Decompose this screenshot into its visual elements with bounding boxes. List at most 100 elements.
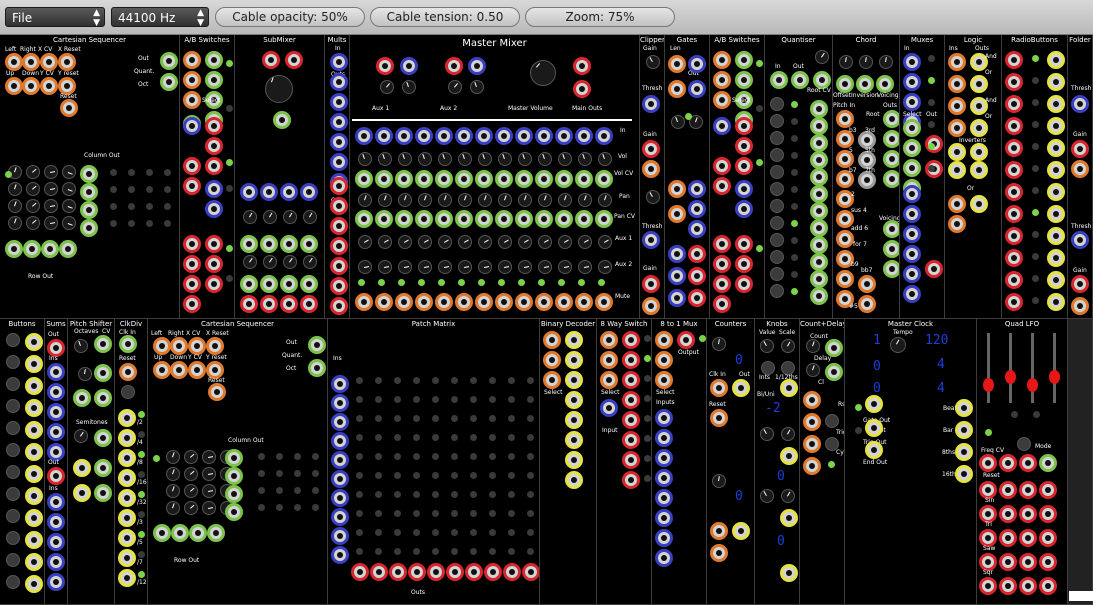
green-jack[interactable] bbox=[475, 170, 493, 188]
red-jack[interactable] bbox=[1019, 454, 1037, 472]
yellow-jack[interactable] bbox=[865, 395, 883, 413]
knob[interactable] bbox=[458, 235, 472, 249]
knob[interactable] bbox=[518, 235, 532, 249]
red-jack[interactable] bbox=[735, 157, 753, 175]
red-jack[interactable] bbox=[522, 563, 539, 581]
orange-jack[interactable] bbox=[803, 413, 821, 431]
knob[interactable] bbox=[418, 152, 432, 166]
blue-jack[interactable] bbox=[903, 205, 921, 223]
green-jack[interactable] bbox=[225, 503, 243, 521]
red-jack[interactable] bbox=[446, 563, 464, 581]
blue-jack[interactable] bbox=[331, 470, 349, 488]
blue-jack[interactable] bbox=[47, 383, 65, 401]
blue-jack[interactable] bbox=[330, 53, 348, 71]
knob[interactable] bbox=[478, 235, 492, 249]
orange-jack[interactable] bbox=[642, 160, 660, 178]
red-jack[interactable] bbox=[999, 454, 1017, 472]
yellow-jack[interactable] bbox=[948, 161, 966, 179]
red-jack[interactable] bbox=[205, 117, 223, 135]
red-jack[interactable] bbox=[622, 471, 640, 489]
knob[interactable] bbox=[380, 80, 394, 94]
knob[interactable] bbox=[44, 182, 58, 196]
yellow-jack[interactable] bbox=[1047, 73, 1065, 91]
knob[interactable] bbox=[8, 182, 22, 196]
red-jack[interactable] bbox=[1019, 577, 1037, 595]
knob[interactable] bbox=[44, 165, 58, 179]
blue-jack[interactable] bbox=[47, 493, 65, 511]
knob[interactable] bbox=[398, 152, 412, 166]
yellow-jack[interactable] bbox=[565, 331, 583, 349]
red-jack[interactable] bbox=[713, 275, 731, 293]
knob[interactable] bbox=[418, 235, 432, 249]
orange-jack[interactable] bbox=[710, 379, 728, 397]
blue-jack[interactable] bbox=[331, 527, 349, 545]
red-jack[interactable] bbox=[280, 295, 298, 313]
green-jack[interactable] bbox=[94, 429, 112, 447]
red-jack[interactable] bbox=[713, 157, 731, 175]
red-jack[interactable] bbox=[260, 295, 278, 313]
push-button[interactable] bbox=[770, 233, 784, 247]
red-jack[interactable] bbox=[573, 80, 591, 98]
knob[interactable] bbox=[760, 427, 774, 441]
orange-jack[interactable] bbox=[495, 293, 513, 311]
green-jack[interactable] bbox=[171, 524, 189, 542]
orange-jack[interactable] bbox=[395, 293, 413, 311]
orange-jack[interactable] bbox=[655, 371, 673, 389]
push-button[interactable] bbox=[6, 399, 20, 413]
red-jack[interactable] bbox=[622, 371, 640, 389]
red-jack[interactable] bbox=[735, 235, 753, 253]
green-jack[interactable] bbox=[883, 110, 899, 128]
yellow-jack[interactable] bbox=[955, 443, 973, 461]
red-jack[interactable] bbox=[285, 51, 303, 69]
orange-jack[interactable] bbox=[948, 119, 966, 137]
blue-jack[interactable] bbox=[688, 55, 706, 73]
blue-jack[interactable] bbox=[331, 394, 349, 412]
knob[interactable] bbox=[166, 450, 180, 464]
orange-jack[interactable] bbox=[188, 337, 206, 355]
orange-jack[interactable] bbox=[713, 71, 731, 89]
yellow-jack[interactable] bbox=[780, 447, 798, 465]
red-jack[interactable] bbox=[1005, 293, 1023, 311]
red-jack[interactable] bbox=[376, 57, 394, 75]
orange-jack[interactable] bbox=[188, 361, 206, 379]
green-jack[interactable] bbox=[883, 220, 899, 238]
yellow-jack[interactable] bbox=[865, 419, 883, 437]
blue-jack[interactable] bbox=[668, 267, 686, 285]
green-jack[interactable] bbox=[355, 210, 373, 228]
orange-jack[interactable] bbox=[170, 337, 188, 355]
red-jack[interactable] bbox=[735, 255, 753, 273]
blue-jack[interactable] bbox=[688, 80, 706, 98]
knob[interactable] bbox=[283, 210, 297, 224]
knob[interactable] bbox=[184, 450, 198, 464]
blue-jack[interactable] bbox=[1071, 95, 1089, 113]
green-jack[interactable] bbox=[415, 170, 433, 188]
blue-jack[interactable] bbox=[330, 73, 348, 91]
knob[interactable] bbox=[598, 193, 612, 207]
blue-jack[interactable] bbox=[355, 127, 373, 145]
knob[interactable] bbox=[166, 501, 180, 515]
red-jack[interactable] bbox=[1039, 577, 1057, 595]
push-button[interactable] bbox=[825, 414, 839, 428]
orange-jack[interactable] bbox=[60, 99, 78, 117]
red-jack[interactable] bbox=[677, 331, 695, 349]
zoom-slider[interactable]: Zoom: 75% bbox=[525, 7, 675, 27]
orange-jack[interactable] bbox=[836, 270, 854, 288]
knob[interactable] bbox=[538, 260, 552, 274]
knob[interactable] bbox=[781, 339, 795, 353]
slider-track[interactable] bbox=[1053, 333, 1056, 403]
green-jack[interactable] bbox=[810, 219, 828, 237]
green-jack[interactable] bbox=[575, 210, 593, 228]
red-jack[interactable] bbox=[330, 297, 348, 315]
knob[interactable] bbox=[760, 339, 774, 353]
knob[interactable] bbox=[815, 50, 829, 64]
green-jack[interactable] bbox=[205, 71, 223, 89]
blue-jack[interactable] bbox=[331, 451, 349, 469]
green-jack[interactable] bbox=[515, 210, 533, 228]
knob[interactable] bbox=[263, 255, 277, 269]
blue-jack[interactable] bbox=[330, 93, 348, 111]
knob[interactable] bbox=[398, 235, 412, 249]
yellow-jack[interactable] bbox=[565, 431, 583, 449]
knob[interactable] bbox=[458, 193, 472, 207]
blue-jack[interactable] bbox=[903, 265, 921, 283]
knob[interactable] bbox=[806, 363, 820, 377]
